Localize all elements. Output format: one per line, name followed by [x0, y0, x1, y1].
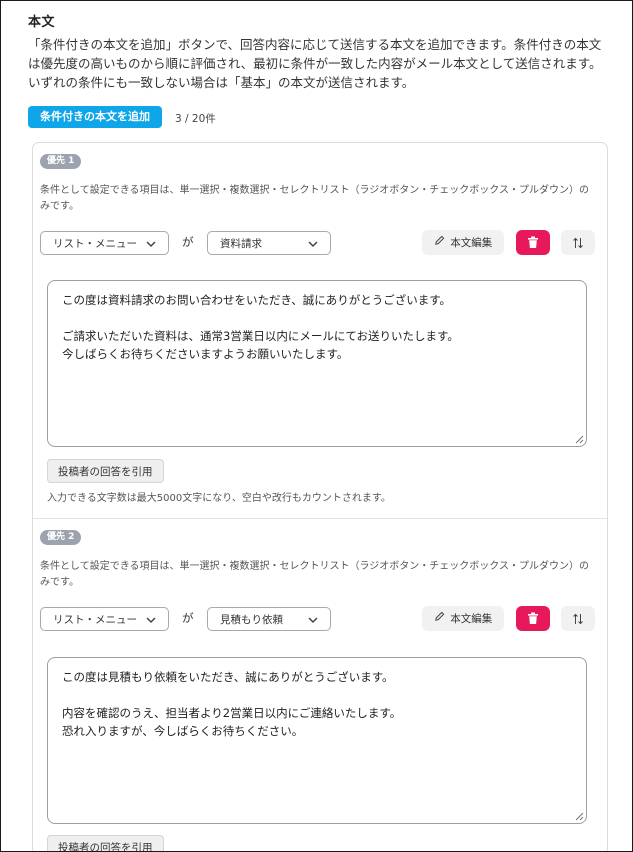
chevron-down-icon [146, 232, 156, 266]
pencil-icon [434, 611, 449, 625]
trash-icon [528, 236, 538, 248]
priority-badge: 優先 1 [40, 154, 82, 169]
pencil-icon [434, 235, 449, 249]
delete-condition-button[interactable] [516, 606, 550, 631]
chevron-down-icon [146, 608, 156, 642]
condition-count: 3 / 20件 [175, 113, 216, 125]
chevron-down-icon [308, 232, 318, 266]
character-limit-note: 入力できる文字数は最大5000文字になり、空白や改行もカウントされます。 [47, 493, 391, 504]
condition-field-select[interactable]: リスト・メニュー [40, 231, 169, 255]
condition-value-select[interactable]: 資料請求 [207, 231, 331, 255]
condition-value-select[interactable]: 見積もり依頼 [207, 607, 331, 631]
condition-field-label: リスト・メニュー [53, 238, 137, 250]
condition-value-label: 見積もり依頼 [220, 614, 283, 626]
edit-body-button[interactable]: 本文編集 [422, 230, 504, 255]
condition-field-label: リスト・メニュー [53, 614, 137, 626]
reorder-button[interactable] [561, 606, 595, 631]
condition-operator: が [182, 235, 194, 249]
condition-block: 優先 2 条件として設定できる項目は、単一選択・複数選択・セレクトリスト（ラジオ… [33, 519, 607, 851]
priority-badge: 優先 2 [40, 530, 82, 545]
resize-grip-icon[interactable] [575, 435, 584, 444]
sort-arrows-icon [573, 237, 583, 249]
edit-body-label: 本文編集 [450, 237, 493, 249]
delete-condition-button[interactable] [516, 230, 550, 255]
section-description: 「条件付きの本文を追加」ボタンで、回答内容に応じて送信する本文を追加できます。条… [28, 37, 602, 90]
trash-icon [528, 612, 538, 624]
quote-answer-button[interactable]: 投稿者の回答を引用 [47, 459, 164, 483]
chevron-down-icon [308, 608, 318, 642]
sort-arrows-icon [573, 613, 583, 625]
section-title: 本文 [28, 15, 56, 30]
body-textarea[interactable]: この度は見積もり依頼をいただき、誠にありがとうございます。 内容を確認のうえ、担… [47, 657, 587, 824]
conditions-panel: 優先 1 条件として設定できる項目は、単一選択・複数選択・セレクトリスト（ラジオ… [32, 142, 608, 851]
body-textarea[interactable]: この度は資料請求のお問い合わせをいただき、誠にありがとうございます。 ご請求いた… [47, 280, 587, 447]
edit-body-button[interactable]: 本文編集 [422, 606, 504, 631]
condition-note: 条件として設定できる項目は、単一選択・複数選択・セレクトリスト（ラジオボタン・チ… [40, 185, 589, 212]
edit-body-label: 本文編集 [450, 613, 493, 625]
quote-answer-button[interactable]: 投稿者の回答を引用 [47, 835, 164, 851]
condition-operator: が [182, 611, 194, 625]
email-body-settings: 本文 「条件付きの本文を追加」ボタンで、回答内容に応じて送信する本文を追加できま… [0, 0, 633, 852]
condition-field-select[interactable]: リスト・メニュー [40, 607, 169, 631]
resize-grip-icon[interactable] [575, 812, 584, 821]
add-conditional-body-button[interactable]: 条件付きの本文を追加 [28, 106, 162, 128]
condition-note: 条件として設定できる項目は、単一選択・複数選択・セレクトリスト（ラジオボタン・チ… [40, 561, 589, 588]
condition-block: 優先 1 条件として設定できる項目は、単一選択・複数選択・セレクトリスト（ラジオ… [33, 143, 607, 518]
condition-value-label: 資料請求 [220, 238, 262, 250]
reorder-button[interactable] [561, 230, 595, 255]
